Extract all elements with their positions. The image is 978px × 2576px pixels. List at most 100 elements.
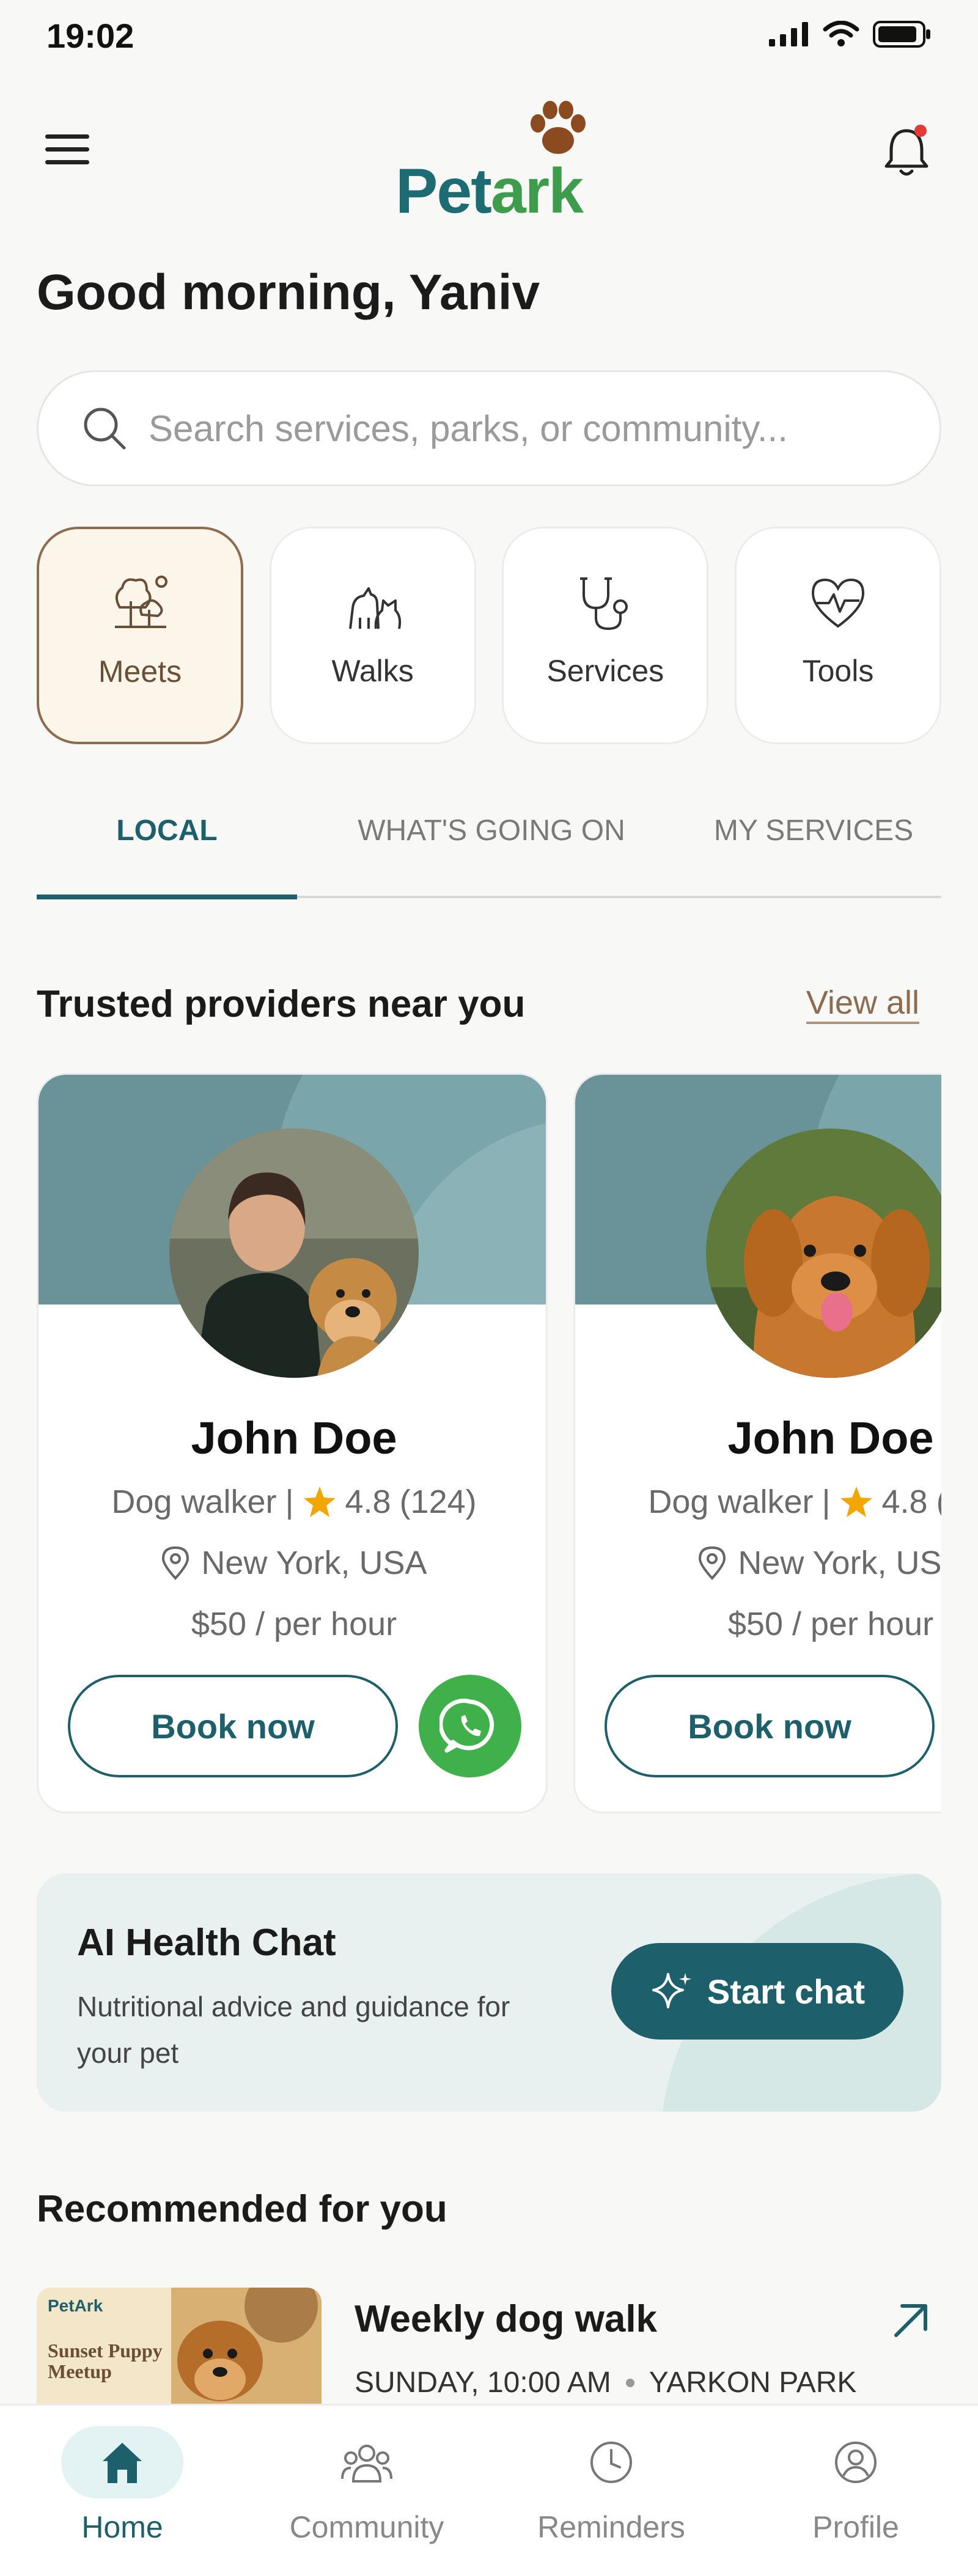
provider-location-row: New York, USA	[575, 1544, 941, 1582]
dog-cat-icon	[348, 587, 401, 629]
sparkle-icon	[652, 1973, 691, 2008]
ai-health-chat-card: AI Health Chat Nutritional advice and gu…	[37, 1873, 941, 2112]
status-icons	[769, 21, 932, 48]
signal-icon	[769, 22, 808, 46]
view-all-link[interactable]: View all	[806, 984, 919, 1024]
event-thumbnail: PetArk Sunset Puppy Meetup	[37, 2288, 322, 2410]
provider-price: $50 / per hour	[191, 1606, 397, 1642]
meta-dot	[625, 2378, 634, 2387]
nav-icon-container	[61, 2426, 183, 2498]
meta-divider: |	[285, 1484, 294, 1520]
search-icon	[84, 408, 126, 450]
park-tree-icon	[115, 576, 167, 628]
paw-icon	[531, 101, 586, 154]
nav-label: Community	[289, 2510, 444, 2544]
provider-reviews: (124)	[399, 1484, 477, 1520]
event-meta: SUNDAY, 10:00 AM YARKON PARK	[355, 2366, 856, 2399]
start-chat-label: Start chat	[707, 1972, 866, 2011]
event-title: Weekly dog walk	[355, 2298, 658, 2340]
search-bar[interactable]	[37, 370, 941, 486]
book-now-button[interactable]: Book now	[68, 1675, 398, 1777]
thumb-title: Sunset Puppy Meetup	[48, 2340, 163, 2382]
start-chat-button[interactable]: Start chat	[611, 1943, 903, 2040]
bell-icon	[884, 125, 928, 176]
nav-label: Reminders	[537, 2510, 685, 2544]
meta-divider: |	[822, 1484, 831, 1520]
heart-pulse-icon	[811, 578, 864, 628]
provider-location: New York, USA	[738, 1545, 941, 1581]
star-icon	[840, 1487, 872, 1517]
providers-carousel[interactable]: John Doe Dog walker | 4.8 (124) New York…	[37, 1073, 941, 1817]
provider-reviews: (124)	[936, 1483, 941, 1521]
location-pin-icon	[162, 1546, 189, 1580]
home-icon	[103, 2443, 142, 2483]
category-tiles: Meets Walks Services Tools	[37, 527, 941, 744]
nav-icon-container	[550, 2426, 672, 2498]
whatsapp-icon	[439, 1699, 495, 1753]
ai-chat-title: AI Health Chat	[77, 1922, 336, 1964]
profile-icon	[835, 2442, 877, 2483]
tab-whats-going-on[interactable]: WHAT'S GOING ON	[297, 794, 686, 896]
event-datetime: SUNDAY, 10:00 AM	[355, 2366, 611, 2399]
provider-rating: 4.8	[881, 1484, 928, 1520]
community-icon	[341, 2445, 392, 2483]
provider-rating: 4.8	[345, 1484, 391, 1520]
search-input[interactable]	[149, 407, 882, 450]
provider-name: John Doe	[191, 1413, 397, 1463]
provider-role: Dog walker	[648, 1484, 814, 1520]
nav-icon-container	[795, 2426, 917, 2498]
arrow-up-right-icon	[894, 2304, 927, 2337]
category-tile-walks[interactable]: Walks	[269, 527, 476, 744]
logo-text-ark: ark	[490, 156, 584, 227]
clock-icon	[590, 2442, 632, 2483]
provider-meta: Dog walker | 4.8 (124)	[39, 1483, 546, 1521]
recommended-section-title: Recommended for you	[37, 2188, 447, 2230]
provider-avatar	[166, 1125, 422, 1381]
nav-community[interactable]: Community	[244, 2406, 489, 2576]
ai-chat-description: Nutritional advice and guidance for your…	[77, 1991, 510, 2069]
provider-name: John Doe	[727, 1413, 934, 1463]
tab-local[interactable]: LOCAL	[37, 794, 297, 899]
category-tile-tools[interactable]: Tools	[734, 527, 941, 744]
category-label: Services	[546, 654, 664, 688]
category-label: Walks	[331, 654, 414, 688]
nav-label: Home	[81, 2510, 163, 2544]
thumb-brand: PetArk	[48, 2296, 103, 2315]
providers-section-title: Trusted providers near you	[37, 983, 526, 1025]
stethoscope-icon	[580, 577, 628, 631]
app-logo: Petark	[0, 98, 978, 228]
provider-card[interactable]: John Doe Dog walker | 4.8 (124) New York…	[37, 1073, 548, 1813]
category-label: Meets	[98, 654, 182, 689]
notifications-button[interactable]	[880, 120, 933, 181]
event-location: YARKON PARK	[649, 2366, 857, 2399]
category-label: Tools	[802, 654, 874, 688]
provider-location-row: New York, USA	[39, 1544, 546, 1582]
provider-role: Dog walker	[111, 1484, 277, 1520]
logo-text-pet: Pet	[395, 156, 492, 227]
category-tile-services[interactable]: Services	[502, 527, 709, 744]
provider-avatar	[702, 1125, 941, 1381]
bottom-navigation: Home Community Reminders Profile	[0, 2404, 978, 2576]
battery-icon	[873, 21, 930, 48]
open-event-button[interactable]	[886, 2296, 935, 2345]
nav-home[interactable]: Home	[0, 2406, 244, 2576]
location-pin-icon	[699, 1546, 726, 1580]
nav-label: Profile	[812, 2510, 899, 2544]
whatsapp-button[interactable]	[419, 1675, 521, 1777]
recommended-item[interactable]: PetArk Sunset Puppy Meetup Weekly dog wa…	[37, 2288, 941, 2410]
provider-card[interactable]: John Doe Dog walker | 4.8 (124) New York…	[573, 1073, 941, 1813]
nav-reminders[interactable]: Reminders	[489, 2406, 734, 2576]
provider-price: $50 / per hour	[727, 1606, 934, 1642]
nav-icon-container	[306, 2426, 428, 2498]
book-now-button[interactable]: Book now	[605, 1675, 935, 1777]
star-icon	[303, 1487, 336, 1517]
category-tile-meets[interactable]: Meets	[37, 527, 243, 744]
provider-meta: Dog walker | 4.8 (124)	[575, 1483, 941, 1521]
wifi-icon	[823, 21, 859, 46]
nav-profile[interactable]: Profile	[734, 2406, 978, 2576]
provider-location: New York, USA	[201, 1545, 427, 1581]
greeting-heading: Good morning, Yaniv	[37, 265, 540, 320]
status-time: 19:02	[46, 16, 134, 55]
content-tabs: LOCAL WHAT'S GOING ON MY SERVICES	[37, 794, 941, 899]
tab-my-services[interactable]: MY SERVICES	[686, 794, 941, 896]
